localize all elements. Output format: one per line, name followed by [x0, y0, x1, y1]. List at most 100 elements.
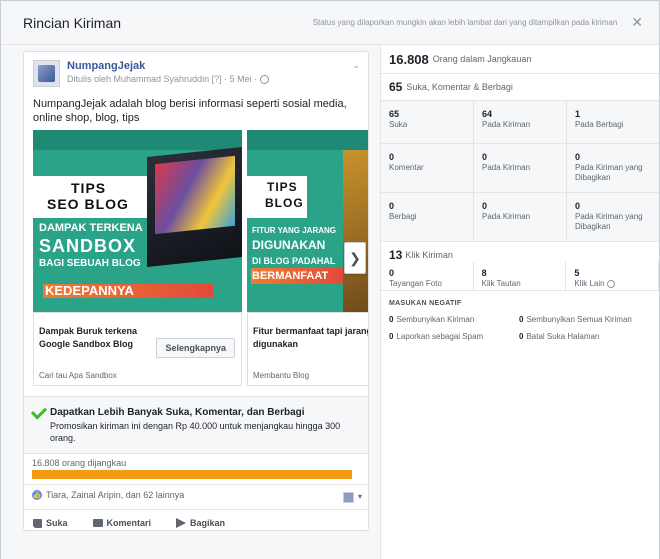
- clicks-breakdown: 0 Tayangan Foto 8 Klik Tautan 5 Klik Lain: [381, 262, 660, 290]
- caption-subtitle: Membantu Blog: [253, 371, 310, 380]
- image-top-stripe: [33, 130, 242, 150]
- image-line-1: FITUR YANG JARANG: [252, 226, 337, 235]
- neg-value: 0: [519, 332, 524, 341]
- likes-text[interactable]: Tiara, Zainal Aripin, dan 62 lainnya: [46, 490, 184, 500]
- grid-row-likes: 65 Suka 64 Pada Kiriman 1 Pada Berbagi: [381, 101, 659, 144]
- engagement-stat: 65 Suka, Komentar & Berbagi: [381, 74, 659, 101]
- avatar-image: [38, 65, 55, 82]
- neg-hide-all: 0 Sembunyikan Semua Kiriman: [519, 315, 659, 324]
- grid-cell: 65 Suka: [381, 101, 474, 143]
- clicks-number: 13: [389, 248, 403, 262]
- likes-summary[interactable]: 👍 Tiara, Zainal Aripin, dan 62 lainnya: [32, 490, 184, 500]
- engagement-label: Suka, Komentar & Berbagi: [406, 82, 513, 92]
- image-title-2: SEO BLOG: [47, 196, 129, 212]
- page-avatar[interactable]: [33, 60, 60, 87]
- check-icon: [30, 403, 48, 420]
- engagement-grid: 65 Suka 64 Pada Kiriman 1 Pada Berbagi 0 Kom…: [381, 101, 659, 242]
- close-icon[interactable]: ✕: [631, 14, 643, 31]
- promo-title: Dapatkan Lebih Banyak Suka, Komentar, da…: [50, 407, 305, 418]
- like-icon: 👍: [32, 490, 42, 500]
- dialog-title: Rincian Kiriman: [23, 14, 122, 31]
- grid-cell: 0 Tayangan Foto: [381, 262, 474, 290]
- neg-unlike-page: 0 Batal Suka Halaman: [519, 332, 659, 341]
- grid-cell: 0 Pada Kiriman: [474, 193, 567, 241]
- dialog-header: Rincian Kiriman Status yang dilaporkan m…: [1, 1, 659, 45]
- chevron-down-icon[interactable]: ▾: [358, 492, 362, 501]
- neg-value: 0: [389, 315, 394, 324]
- share-button[interactable]: Bagikan: [176, 514, 226, 530]
- image-top-stripe: [247, 130, 368, 150]
- cell-label: Klik Tautan: [481, 279, 521, 288]
- comment-label: Komentari: [106, 518, 152, 528]
- boost-promo[interactable]: Dapatkan Lebih Banyak Suka, Komentar, da…: [24, 396, 368, 454]
- reach-label: 16.808 orang dijangkau: [32, 458, 127, 468]
- cell-value: 0: [575, 201, 581, 211]
- carousel-image-1[interactable]: TIPS SEO BLOG DAMPAK TERKENA SANDBOX BAG…: [33, 130, 242, 312]
- carousel-next-button[interactable]: ❯: [344, 242, 366, 274]
- grid-cell: 8 Klik Tautan: [474, 262, 567, 290]
- byline-text: Ditulis oleh Muhammad Syahruddin [?] · 5…: [67, 74, 258, 84]
- cell-label: Pada Berbagi: [575, 120, 624, 129]
- cell-label: Suka: [389, 120, 408, 129]
- post-actions: Suka Komentari Bagikan: [24, 514, 368, 530]
- image-title-1: TIPS: [267, 180, 298, 194]
- grid-cell: 0 Pada Kiriman yang Dibagikan: [567, 144, 659, 192]
- info-icon[interactable]: [606, 279, 615, 288]
- clicks-label: Klik Kiriman: [405, 250, 453, 260]
- share-label: Bagikan: [190, 518, 226, 528]
- image-line-4: KEDEPANNYA: [45, 283, 134, 298]
- image-line-3: BAGI SEBUAH BLOG: [39, 258, 141, 269]
- neg-hide-post: 0 Sembunyikan Kiriman: [389, 315, 519, 324]
- link-carousel: TIPS SEO BLOG DAMPAK TERKENA SANDBOX BAG…: [33, 130, 369, 386]
- carousel-caption-1[interactable]: Dampak Buruk terkena Google Sandbox Blog…: [33, 312, 242, 386]
- cell-label: Komentar: [389, 163, 424, 172]
- grid-cell: 0 Pada Kiriman yang Dibagikan: [567, 193, 659, 241]
- neg-value: 0: [389, 332, 394, 341]
- negative-feedback-grid: 0 Sembunyikan Kiriman 0 Sembunyikan Semua …: [381, 307, 659, 341]
- cell-value: 64: [482, 109, 493, 119]
- carousel-image-2[interactable]: TIPS BLOG FITUR YANG JARANG DIGUNAKAN DI…: [247, 130, 368, 312]
- reach-bar: [32, 470, 352, 479]
- image-line-4: BERMANFAAT: [252, 270, 329, 282]
- post-details-dialog: Rincian Kiriman Status yang dilaporkan m…: [0, 0, 660, 559]
- like-button[interactable]: Suka: [33, 514, 68, 530]
- neg-label: Laporkan sebagai Spam: [396, 332, 484, 341]
- caption-subtitle: Cari tau Apa Sandbox: [39, 371, 117, 380]
- grid-cell: 0 Berbagi: [381, 193, 474, 241]
- chevron-down-icon[interactable]: ⌄: [352, 60, 360, 71]
- cell-label-text: Klik Lain: [574, 279, 605, 288]
- engagement-number: 65: [389, 80, 403, 94]
- cell-label: Klik Lain: [574, 279, 658, 289]
- image-title-2: BLOG: [265, 196, 304, 210]
- divider: [24, 484, 368, 485]
- learn-more-button[interactable]: Selengkapnya: [156, 338, 235, 358]
- cell-value: 0: [575, 152, 581, 162]
- reach-stat: 16.808 Orang dalam Jangkauan: [381, 45, 659, 74]
- photo-strip: [343, 150, 368, 312]
- grid-cell: 5 Klik Lain: [566, 262, 660, 290]
- cell-label: Pada Kiriman: [482, 212, 531, 221]
- negative-feedback-heading: MASUKAN NEGATIF: [389, 300, 462, 307]
- reach-number: 16.808: [389, 51, 429, 67]
- dialog-note: Status yang dilaporkan mungkin akan lebi…: [312, 18, 618, 27]
- image-line-3: DI BLOG PADAHAL: [252, 256, 336, 266]
- clicks-header: 13 Klik Kiriman: [381, 242, 659, 262]
- neg-label: Batal Suka Halaman: [526, 332, 600, 341]
- cell-value: 0: [389, 201, 395, 211]
- post-text: NumpangJejak adalah blog berisi informas…: [33, 98, 347, 124]
- page-profile-icon[interactable]: [343, 492, 354, 503]
- carousel-caption-2[interactable]: Fitur bermanfaat tapi jarang digunakan M…: [247, 312, 369, 386]
- stats-pane: 16.808 Orang dalam Jangkauan 65 Suka, Ko…: [380, 45, 660, 559]
- caption-title: Fitur bermanfaat tapi jarang digunakan: [253, 326, 369, 349]
- grid-cell: 0 Komentar: [381, 144, 474, 192]
- comment-icon: [92, 519, 103, 527]
- grid-cell: 64 Pada Kiriman: [474, 101, 567, 143]
- comment-button[interactable]: Komentari: [92, 514, 152, 530]
- image-line-2: DIGUNAKAN: [252, 238, 326, 252]
- cell-value: 5: [574, 268, 580, 278]
- page-name-link[interactable]: NumpangJejak: [67, 60, 269, 72]
- post-header-text: NumpangJejak Ditulis oleh Muhammad Syahr…: [67, 60, 270, 87]
- post-card: NumpangJejak Ditulis oleh Muhammad Syahr…: [23, 51, 369, 531]
- cell-label: Tayangan Foto: [389, 279, 442, 288]
- globe-icon: [260, 74, 270, 84]
